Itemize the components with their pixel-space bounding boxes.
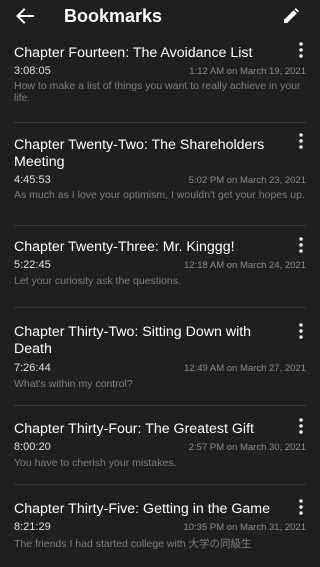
bookmark-duration: 8:21:29 xyxy=(14,521,51,533)
overflow-menu-button[interactable] xyxy=(296,498,306,516)
bookmark-item[interactable]: Chapter Fourteen: The Avoidance List 3:0… xyxy=(0,34,320,118)
bookmark-item[interactable]: Chapter Twenty-Two: The Shareholders Mee… xyxy=(0,123,320,227)
back-button[interactable] xyxy=(12,4,38,28)
overflow-menu-button[interactable] xyxy=(296,417,306,435)
overflow-menu-button[interactable] xyxy=(296,41,306,59)
bookmark-item[interactable]: Chapter Thirty-Four: The Greatest Gift 8… xyxy=(0,406,320,490)
bookmark-note: What's within my control? xyxy=(14,378,133,390)
bookmark-note: As much as I love your optimism, I would… xyxy=(14,189,305,201)
edit-button[interactable] xyxy=(280,5,302,27)
more-vert-icon xyxy=(299,499,303,515)
more-vert-icon xyxy=(299,42,303,58)
bookmark-duration: 3:08:05 xyxy=(14,65,51,77)
bookmark-chapter-title: Chapter Thirty-Two: Sitting Down with De… xyxy=(14,324,252,357)
bookmark-timestamp: 2:57 PM on March 30, 2021 xyxy=(188,442,306,453)
bookmark-timestamp: 12:18 AM on March 24, 2021 xyxy=(184,260,306,271)
more-vert-icon xyxy=(299,133,303,149)
overflow-menu-button[interactable] xyxy=(296,132,306,150)
bookmark-chapter-title: Chapter Fourteen: The Avoidance List xyxy=(14,45,253,61)
page-title: Bookmarks xyxy=(64,6,163,26)
bookmark-duration: 7:26:44 xyxy=(14,362,51,374)
bookmark-chapter-title: Chapter Twenty-Two: The Shareholders Mee… xyxy=(14,137,265,170)
pencil-icon xyxy=(284,8,299,23)
arrow-left-icon xyxy=(16,8,34,24)
bookmark-timestamp: 5:02 PM on March 23, 2021 xyxy=(188,175,306,186)
bookmark-note: How to make a list of things you want to… xyxy=(14,80,301,104)
bookmark-chapter-title: Chapter Twenty-Three: Mr. Kinggg! xyxy=(14,239,235,255)
bookmark-chapter-title: Chapter Thirty-Four: The Greatest Gift xyxy=(14,421,254,437)
bookmark-note: Let your curiosity ask the questions. xyxy=(14,275,181,287)
bookmark-chapter-title: Chapter Thirty-Five: Getting in the Game xyxy=(14,501,271,517)
more-vert-icon xyxy=(299,418,303,434)
more-vert-icon xyxy=(299,323,303,339)
bookmark-duration: 8:00:20 xyxy=(14,441,51,453)
bookmark-item[interactable]: Chapter Thirty-Two: Sitting Down with De… xyxy=(0,308,320,412)
overflow-menu-button[interactable] xyxy=(296,322,306,340)
toolbar: Bookmarks xyxy=(0,0,320,34)
bookmarks-screen: Bookmarks Chapter Fourteen: The Avoidanc… xyxy=(0,0,320,567)
bookmark-note: The friends I had started college with 大… xyxy=(14,538,252,550)
bookmark-timestamp: 1:12 AM on March 19, 2021 xyxy=(189,66,306,77)
bookmark-item[interactable]: Chapter Thirty-Five: Getting in the Game… xyxy=(0,485,320,567)
bookmark-note: You have to cherish your mistakes. xyxy=(14,457,177,469)
bookmark-duration: 5:22:45 xyxy=(14,259,51,271)
bookmark-timestamp: 10:35 PM on March 31, 2021 xyxy=(183,522,306,533)
more-vert-icon xyxy=(299,237,303,253)
overflow-menu-button[interactable] xyxy=(296,236,306,254)
bookmark-list: Chapter Fourteen: The Avoidance List 3:0… xyxy=(0,34,320,567)
bookmark-item[interactable]: Chapter Twenty-Three: Mr. Kinggg! 5:22:4… xyxy=(0,226,320,314)
bookmark-duration: 4:45:53 xyxy=(14,174,51,186)
bookmark-timestamp: 12:49 AM on March 27, 2021 xyxy=(184,363,306,374)
